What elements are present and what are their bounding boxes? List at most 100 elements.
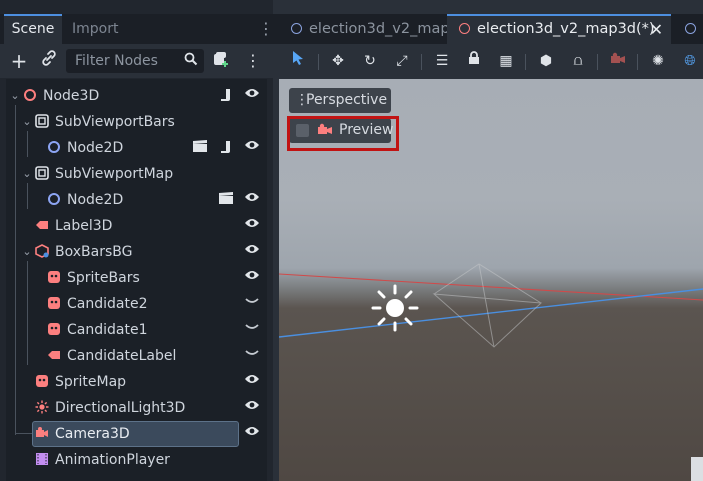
scene-tab-label: election3d_v2_map3d(*) xyxy=(477,21,655,37)
tree-item-label: CandidateLabel xyxy=(67,348,177,364)
move-mode-icon[interactable]: ✥ xyxy=(327,50,349,72)
tree-item-candidate1[interactable]: Candidate1 xyxy=(6,317,267,343)
viewport-toolbar: ✥ ↻ ⤢ ☰ ▦ ⬢ ⩍ ✺ 🌐︎ xyxy=(273,44,703,78)
tab-scene[interactable]: Scene xyxy=(4,14,62,44)
hidden-eye-icon[interactable] xyxy=(244,295,260,313)
visibility-eye-icon[interactable] xyxy=(244,87,260,105)
tree-item-subviewportbars[interactable]: ⌄ SubViewportBars xyxy=(6,109,267,135)
tree-item-candidatelabel[interactable]: CandidateLabel xyxy=(6,343,267,369)
clapperboard-icon[interactable] xyxy=(192,139,208,157)
tree-item-candidate2[interactable]: Candidate2 xyxy=(6,291,267,317)
label3d-icon xyxy=(47,348,61,362)
tree-item-label: SpriteMap xyxy=(55,374,127,390)
separator xyxy=(525,54,526,70)
camera-gizmo xyxy=(432,263,543,348)
separator xyxy=(637,54,638,70)
tree-item-node2d[interactable]: Node2D xyxy=(6,187,267,213)
close-tab-icon[interactable]: ✕ xyxy=(650,16,663,43)
more-options-icon[interactable]: ⋮ xyxy=(242,50,264,72)
list-select-icon[interactable]: ☰ xyxy=(431,50,453,72)
tree-item-subviewportmap[interactable]: ⌄ SubViewportMap xyxy=(6,161,267,187)
visibility-eye-icon[interactable] xyxy=(244,139,260,157)
tree-item-node3d[interactable]: ⌄ Node3D xyxy=(6,83,267,109)
editor-area: election3d_v2_map election3d_v2_map3d(*)… xyxy=(273,0,703,481)
scale-mode-icon[interactable]: ⤢ xyxy=(391,50,413,72)
dock-menu-icon[interactable]: ⋮ xyxy=(258,18,274,40)
collapse-arrow-icon[interactable]: ⌄ xyxy=(9,87,21,105)
cube-corner xyxy=(691,457,703,481)
csgbox-icon xyxy=(35,244,49,258)
tree-item-label: Candidate1 xyxy=(67,322,148,338)
collapse-arrow-icon[interactable]: ⌄ xyxy=(21,165,33,183)
editor-tabbar: election3d_v2_map election3d_v2_map3d(*)… xyxy=(273,14,703,44)
tree-item-label: Node2D xyxy=(67,140,124,156)
sun-gizmo-icon xyxy=(371,284,419,332)
script-icon[interactable] xyxy=(218,87,234,105)
clapperboard-icon[interactable] xyxy=(218,191,234,209)
tree-item-label3d[interactable]: Label3D xyxy=(6,213,267,239)
tree-item-label: BoxBarsBG xyxy=(55,244,133,260)
visibility-eye-icon[interactable] xyxy=(244,399,260,417)
sprite-icon xyxy=(47,270,61,284)
tree-item-label: Candidate2 xyxy=(67,296,148,312)
dock-tabbar: Scene Import ⋮ xyxy=(0,14,274,44)
tree-item-label: Node2D xyxy=(67,192,124,208)
light-icon xyxy=(35,400,49,414)
highlight-box xyxy=(287,116,399,151)
collapse-arrow-icon[interactable]: ⌄ xyxy=(21,113,33,131)
sprite-icon xyxy=(47,322,61,336)
lock-icon[interactable] xyxy=(463,50,485,72)
separator xyxy=(421,54,422,70)
tree-item-label: SubViewportBars xyxy=(55,114,175,130)
tree-item-directionallight3d[interactable]: DirectionalLight3D xyxy=(6,395,267,421)
tree-item-spritemap[interactable]: SpriteMap xyxy=(6,369,267,395)
tab-import[interactable]: Import xyxy=(72,14,118,44)
label3d-icon xyxy=(35,218,49,232)
subviewport-icon xyxy=(35,114,49,128)
add-node-icon[interactable]: + xyxy=(8,50,30,72)
visibility-eye-icon[interactable] xyxy=(244,217,260,235)
tree-item-label: SpriteBars xyxy=(67,270,140,286)
node2d-icon xyxy=(47,192,61,206)
rotate-mode-icon[interactable]: ↻ xyxy=(359,50,381,72)
separator xyxy=(318,54,319,70)
snap-icon[interactable]: ⩍ xyxy=(567,50,589,72)
link-icon[interactable] xyxy=(38,50,60,72)
visibility-eye-icon[interactable] xyxy=(244,425,260,443)
camera-preview-icon[interactable] xyxy=(607,50,629,72)
node3d-icon xyxy=(459,23,470,34)
cube-icon[interactable]: ⬢ xyxy=(535,50,557,72)
perspective-label: Perspective xyxy=(306,92,388,108)
scene-tab-active[interactable]: election3d_v2_map3d(*) ✕ xyxy=(447,14,671,44)
environment-globe-icon[interactable]: 🌐︎ xyxy=(679,50,701,72)
script-icon[interactable] xyxy=(218,139,234,157)
tree-item-spritebars[interactable]: SpriteBars xyxy=(6,265,267,291)
hidden-eye-icon[interactable] xyxy=(244,347,260,365)
hidden-eye-icon[interactable] xyxy=(244,321,260,339)
instance-scene-icon[interactable] xyxy=(210,50,232,72)
tree-item-camera3d[interactable]: Camera3D xyxy=(6,421,267,447)
visibility-eye-icon[interactable] xyxy=(244,373,260,391)
perspective-menu-button[interactable]: ⋮ Perspective xyxy=(289,88,391,113)
scene-tree: ⌄ Node3D ⌄ SubViewportBars Node2D ⌄ SubV… xyxy=(6,79,267,481)
subviewport-icon xyxy=(35,166,49,180)
group-icon[interactable]: ▦ xyxy=(495,50,517,72)
tree-item-animationplayer[interactable]: AnimationPlayer xyxy=(6,447,267,473)
filter-nodes-input[interactable]: Filter Nodes xyxy=(66,49,204,73)
tree-item-label: AnimationPlayer xyxy=(55,452,170,468)
collapse-arrow-icon[interactable]: ⌄ xyxy=(21,243,33,261)
scene-dock: Scene Import ⋮ + Filter Nodes ⋮ ⌄ Node3D… xyxy=(0,0,274,481)
select-mode-icon[interactable] xyxy=(287,50,309,72)
filter-placeholder: Filter Nodes xyxy=(75,53,158,69)
tree-item-node2d[interactable]: Node2D xyxy=(6,135,267,161)
animation-icon xyxy=(35,452,49,466)
visibility-eye-icon[interactable] xyxy=(244,269,260,287)
scene-tab-overflow[interactable] xyxy=(685,14,703,44)
scene-tab[interactable]: election3d_v2_map xyxy=(291,14,450,44)
tree-item-boxbarsbg[interactable]: ⌄ BoxBarsBG xyxy=(6,239,267,265)
visibility-eye-icon[interactable] xyxy=(244,243,260,261)
sun-toggle-icon[interactable]: ✺ xyxy=(647,50,669,72)
visibility-eye-icon[interactable] xyxy=(244,191,260,209)
3d-viewport[interactable]: ⋮ Perspective Preview xyxy=(279,79,703,481)
search-icon xyxy=(184,49,198,73)
